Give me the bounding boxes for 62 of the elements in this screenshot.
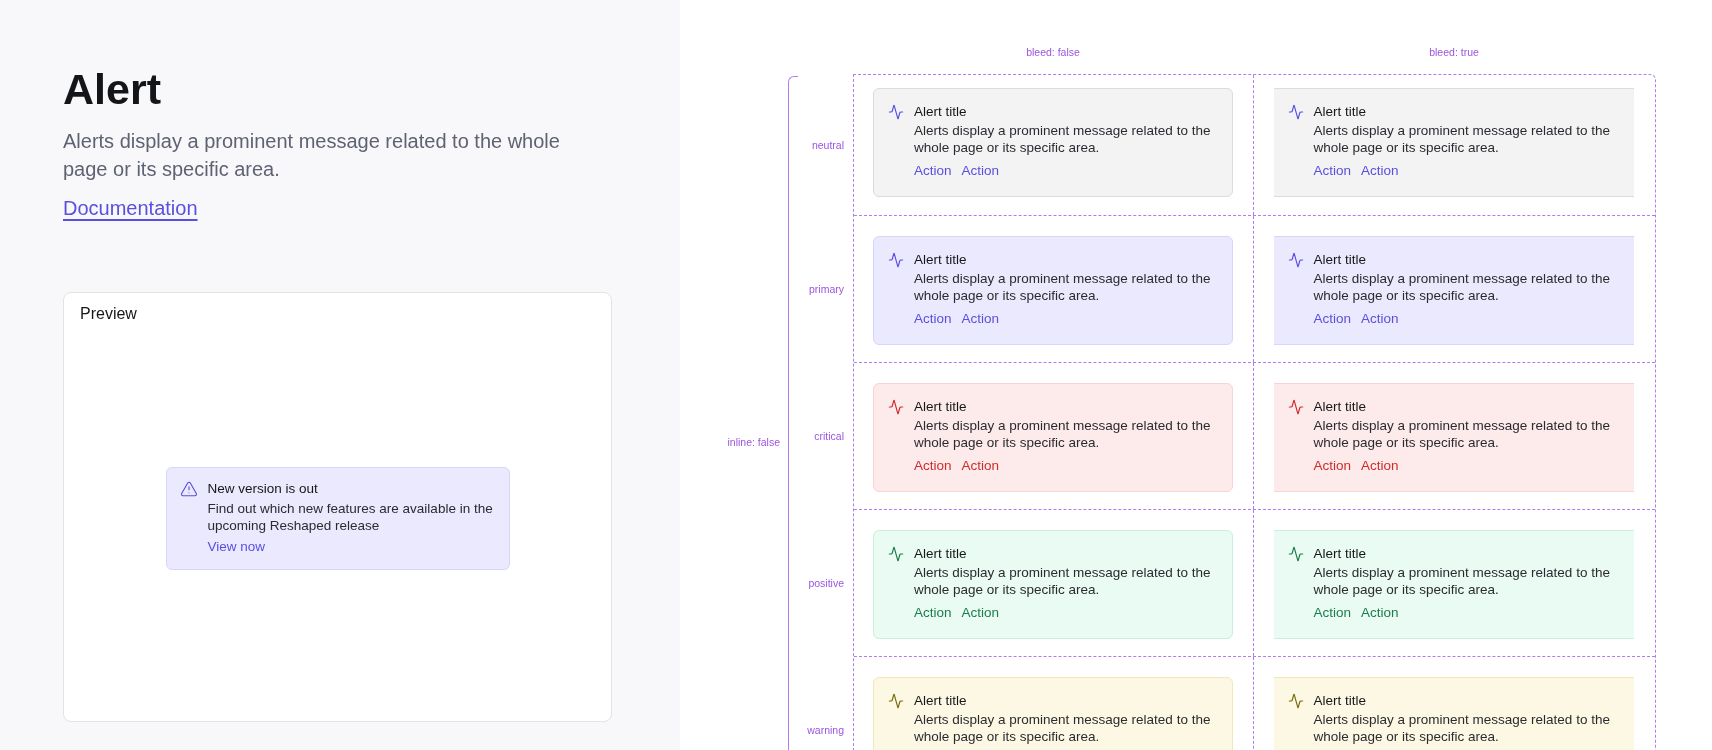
pulse-icon: [888, 252, 904, 268]
pulse-icon: [1287, 546, 1304, 562]
column-label: bleed: false: [1026, 45, 1080, 59]
alert-title: Alert title: [1313, 251, 1368, 269]
action-link[interactable]: Action: [1313, 310, 1352, 328]
action-link[interactable]: Action: [914, 162, 952, 180]
alert-message: Alerts display a prominent message related to the whole page or its specific area.: [1313, 270, 1611, 304]
row-label: warning: [807, 722, 844, 737]
alert-message: Alerts display a prominent message related to the whole page or its specific area.: [1313, 564, 1611, 598]
row-label: critical: [814, 428, 844, 443]
row-label: primary: [809, 281, 844, 296]
alert-message: Alerts display a prominent message related to the whole page or its specific area.: [1313, 711, 1611, 745]
page-title: Alert: [63, 64, 161, 114]
alert-title: Alert title: [1313, 103, 1368, 121]
preview-label: Preview: [79, 304, 137, 324]
row-label: positive: [808, 575, 844, 590]
action-link[interactable]: Action: [1313, 457, 1352, 475]
pulse-icon: [1287, 693, 1304, 709]
alert-title: Alert title: [914, 398, 968, 416]
pulse-icon: [1287, 104, 1304, 120]
pulse-icon: [888, 104, 904, 120]
alert-message: Alerts display a prominent message related to the whole page or its specific area.: [914, 122, 1212, 156]
action-link[interactable]: Action: [1361, 457, 1399, 475]
alert-message: Alerts display a prominent message related to the whole page or its specific area.: [914, 711, 1212, 745]
alert-title: New version is out: [207, 480, 319, 498]
alert-message: Find out which new features are available in the upcoming Reshaped release: [207, 500, 494, 534]
pulse-icon: [888, 399, 904, 415]
pulse-icon: [888, 546, 904, 562]
action-link[interactable]: Action: [961, 310, 1000, 328]
alert-title: Alert title: [1313, 692, 1368, 710]
action-link[interactable]: Action: [961, 457, 1000, 475]
page-description: Alerts display a prominent message related to the whole page or its specific area.: [63, 129, 561, 182]
action-link[interactable]: Action: [1313, 604, 1352, 622]
alert-message: Alerts display a prominent message related to the whole page or its specific area.: [914, 417, 1212, 451]
column-label: bleed: true: [1429, 45, 1479, 59]
alert-message: Alerts display a prominent message related to the whole page or its specific area.: [914, 564, 1212, 598]
documentation-link[interactable]: Documentation: [63, 194, 198, 222]
action-link[interactable]: Action: [1361, 162, 1399, 180]
pulse-icon: [1287, 399, 1304, 415]
action-link[interactable]: Action: [1361, 604, 1399, 622]
alert-message: Alerts display a prominent message related to the whole page or its specific area.: [1313, 417, 1611, 451]
action-link[interactable]: Action: [914, 310, 952, 328]
alert-title: Alert title: [1313, 398, 1368, 416]
alert-title: Alert title: [914, 545, 968, 563]
alert-title: Alert title: [914, 692, 968, 710]
action-link[interactable]: Action: [961, 604, 1000, 622]
row-label: neutral: [811, 137, 844, 152]
action-link[interactable]: Action: [1313, 162, 1352, 180]
action-link[interactable]: Action: [1361, 310, 1399, 328]
pulse-icon: [888, 693, 904, 709]
group-label: inline: false: [727, 434, 780, 449]
alert-title: Alert title: [914, 251, 968, 269]
action-link[interactable]: Action: [961, 162, 1000, 180]
alert-title: Alert title: [1313, 545, 1368, 563]
alert-message: Alerts display a prominent message related to the whole page or its specific area.: [1313, 122, 1611, 156]
pulse-icon: [1287, 252, 1304, 268]
action-link[interactable]: Action: [914, 604, 952, 622]
alert-message: Alerts display a prominent message related to the whole page or its specific area.: [914, 270, 1212, 304]
action-link[interactable]: Action: [914, 457, 952, 475]
alert-title: Alert title: [914, 103, 968, 121]
warning-icon: [179, 480, 198, 498]
view-now-link[interactable]: View now: [207, 538, 266, 556]
